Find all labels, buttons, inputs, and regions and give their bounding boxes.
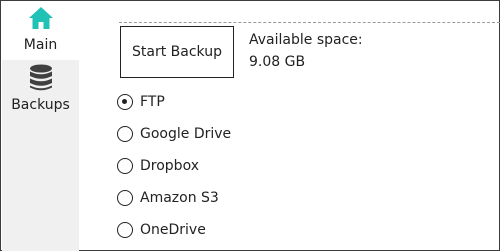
destination-label: Amazon S3 <box>140 190 219 206</box>
sidebar: Main Backups <box>2 2 79 251</box>
start-backup-button[interactable]: Start Backup <box>120 26 234 78</box>
available-space-value: 9.08 GB <box>249 54 306 70</box>
radio-button[interactable] <box>117 158 133 174</box>
destination-label: OneDrive <box>140 222 206 238</box>
sidebar-item-label: Backups <box>11 97 70 113</box>
destination-option-amazon-s3[interactable]: Amazon S3 <box>117 187 317 209</box>
destination-label: FTP <box>140 94 165 110</box>
radio-button[interactable] <box>117 126 133 142</box>
home-icon <box>28 7 53 29</box>
sidebar-item-label: Main <box>23 37 58 53</box>
destination-option-ftp[interactable]: FTP <box>117 91 317 113</box>
radio-button[interactable] <box>117 190 133 206</box>
destination-label: Dropbox <box>140 158 199 174</box>
radio-button[interactable] <box>117 222 133 238</box>
app-window: Main Backups Start Backup Available spac… <box>0 0 500 251</box>
destination-option-dropbox[interactable]: Dropbox <box>117 155 317 177</box>
radio-button[interactable] <box>117 94 133 110</box>
database-icon <box>29 64 52 91</box>
available-space-label: Available space: <box>249 32 363 48</box>
destination-label: Google Drive <box>140 126 232 142</box>
sidebar-item-backups[interactable]: Backups <box>2 60 79 118</box>
section-divider <box>119 22 500 23</box>
destination-option-google-drive[interactable]: Google Drive <box>117 123 317 145</box>
sidebar-item-main[interactable]: Main <box>2 2 79 60</box>
destination-option-onedrive[interactable]: OneDrive <box>117 219 317 241</box>
